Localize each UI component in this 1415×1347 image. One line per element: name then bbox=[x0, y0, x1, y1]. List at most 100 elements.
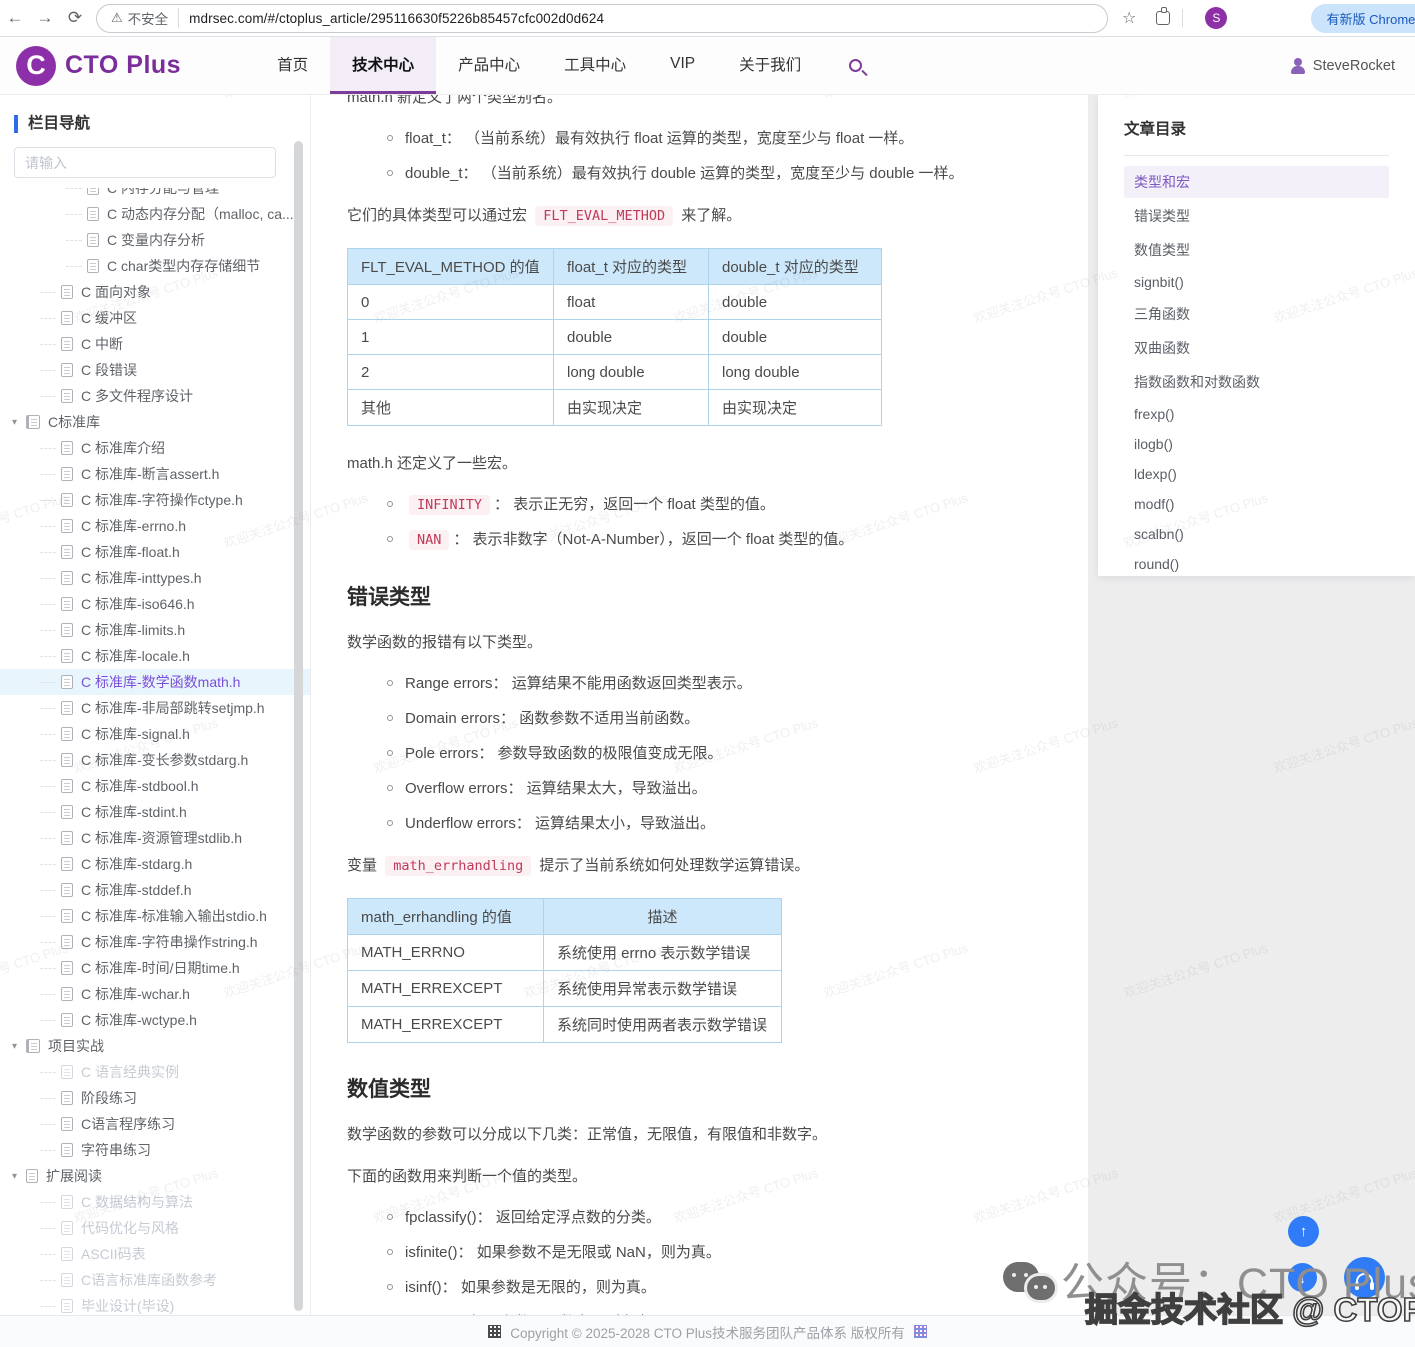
sidebar-tree-item[interactable]: ▾ 阶段练习 bbox=[0, 1085, 310, 1111]
nav-item-label: VIP bbox=[670, 55, 695, 73]
toc-item[interactable]: 指数函数和对数函数 bbox=[1124, 366, 1389, 398]
sidebar-tree-item[interactable]: ▾ 扩展阅读 bbox=[0, 1163, 310, 1189]
toc-item[interactable]: 类型和宏 bbox=[1124, 166, 1389, 198]
sidebar-tree-item[interactable]: ▾ C 标准库-stddef.h bbox=[0, 877, 310, 903]
nav-search[interactable] bbox=[849, 37, 862, 94]
caret-down-icon[interactable]: ▾ bbox=[12, 417, 26, 428]
tree-connector bbox=[40, 682, 56, 683]
forward-icon[interactable]: → bbox=[30, 8, 60, 28]
sidebar-tree-item[interactable]: ▾ C语言标准库函数参考 bbox=[0, 1267, 310, 1293]
toc-item-label: scalbn() bbox=[1134, 526, 1184, 542]
sidebar-tree-item[interactable]: ▾ C 标准库-stdbool.h bbox=[0, 773, 310, 799]
toc-item[interactable]: ilogb() bbox=[1124, 430, 1389, 458]
page-body: 栏目导航 ▾ C 内存分配与管理 ▾ C 动态内存分配（malloc, ca..… bbox=[0, 95, 1415, 1315]
toc-item[interactable]: 数值类型 bbox=[1124, 234, 1389, 266]
sidebar-tree-item[interactable]: ▾ C 标准库-locale.h bbox=[0, 643, 310, 669]
nav-item[interactable]: VIP bbox=[648, 37, 717, 94]
tree-item-label: C 内存分配与管理 bbox=[107, 188, 219, 198]
toc-item[interactable]: scalbn() bbox=[1124, 520, 1389, 548]
extensions-icon[interactable] bbox=[1156, 11, 1170, 25]
scroll-to-bottom-button[interactable]: ↓ bbox=[1288, 1263, 1317, 1292]
toc-item[interactable]: ldexp() bbox=[1124, 460, 1389, 488]
caret-down-icon[interactable]: ▾ bbox=[12, 1041, 26, 1052]
sidebar-tree-item[interactable]: ▾ C 段错误 bbox=[0, 357, 310, 383]
sidebar-tree-item[interactable]: ▾ C 标准库-标准输入输出stdio.h bbox=[0, 903, 310, 929]
nav-item[interactable]: 关于我们 bbox=[717, 37, 823, 94]
sidebar-tree-item[interactable]: ▾ C 标准库-signal.h bbox=[0, 721, 310, 747]
sidebar-tree-item[interactable]: ▾ C 标准库-变长参数stdarg.h bbox=[0, 747, 310, 773]
sidebar-tree-item[interactable]: ▾ C 标准库-资源管理stdlib.h bbox=[0, 825, 310, 851]
sidebar-tree-item[interactable]: ▾ C 变量内存分析 bbox=[0, 227, 310, 253]
sidebar-tree-item[interactable]: ▾ C 标准库-stdarg.h bbox=[0, 851, 310, 877]
sidebar-tree-item[interactable]: ▾ C 标准库-limits.h bbox=[0, 617, 310, 643]
caret-down-icon[interactable]: ▾ bbox=[12, 1171, 26, 1182]
sidebar-tree-item[interactable]: ▾ C 标准库-wchar.h bbox=[0, 981, 310, 1007]
sidebar-tree-item[interactable]: ▾ C标准库 bbox=[0, 409, 310, 435]
nav-item[interactable]: 工具中心 bbox=[542, 37, 648, 94]
table-header-cell: 描述 bbox=[544, 899, 782, 935]
sidebar-tree-item[interactable]: ▾ C 标准库-字符操作ctype.h bbox=[0, 487, 310, 513]
nav-item[interactable]: 技术中心 bbox=[330, 37, 436, 94]
toc-item[interactable]: 双曲函数 bbox=[1124, 332, 1389, 364]
sidebar-tree-item[interactable]: ▾ 代码优化与风格 bbox=[0, 1215, 310, 1241]
sidebar-tree-item[interactable]: ▾ C 标准库-数学函数math.h bbox=[0, 669, 310, 695]
toc-item[interactable]: 错误类型 bbox=[1124, 200, 1389, 232]
url-text[interactable]: mdrsec.com/#/ctoplus_article/295116630f5… bbox=[189, 11, 604, 26]
sidebar-tree-item[interactable]: ▾ C 标准库-时间/日期time.h bbox=[0, 955, 310, 981]
sidebar-search-input[interactable] bbox=[14, 147, 276, 178]
bookmark-star-icon[interactable]: ☆ bbox=[1122, 8, 1136, 28]
sidebar-tree-item[interactable]: ▾ C 语言经典实例 bbox=[0, 1059, 310, 1085]
sidebar-tree-item[interactable]: ▾ C 中断 bbox=[0, 331, 310, 357]
table-cell: 系统同时使用两者表示数学错误 bbox=[544, 1007, 782, 1043]
toc-item[interactable]: 三角函数 bbox=[1124, 298, 1389, 330]
sidebar-tree-item[interactable]: ▾ C语言程序练习 bbox=[0, 1111, 310, 1137]
sidebar-tree-item[interactable]: ▾ 项目实战 bbox=[0, 1033, 310, 1059]
sidebar-tree-item[interactable]: ▾ C 标准库-stdint.h bbox=[0, 799, 310, 825]
customer-service-button[interactable] bbox=[1344, 1257, 1385, 1298]
toc-item[interactable]: modf() bbox=[1124, 490, 1389, 518]
copyright-text: Copyright © 2025-2028 CTO Plus技术服务团队产品体系… bbox=[510, 1322, 905, 1342]
sidebar-tree-item[interactable]: ▾ C 标准库-字符串操作string.h bbox=[0, 929, 310, 955]
chrome-update-button[interactable]: 有新版 Chrome 可用 bbox=[1311, 4, 1415, 33]
sidebar-tree-item[interactable]: ▾ C 标准库-errno.h bbox=[0, 513, 310, 539]
sidebar-title: 栏目导航 bbox=[14, 115, 310, 133]
sidebar-tree-item[interactable]: ▾ C 标准库-inttypes.h bbox=[0, 565, 310, 591]
sidebar-tree-item[interactable]: ▾ C 内存分配与管理 bbox=[0, 188, 310, 201]
tree-item-label: C 标准库-inttypes.h bbox=[81, 568, 202, 588]
nav-item[interactable]: 首页 bbox=[255, 37, 330, 94]
site-logo[interactable]: C CTO Plus bbox=[16, 37, 181, 94]
toc-item[interactable]: frexp() bbox=[1124, 400, 1389, 428]
sidebar-tree-item[interactable]: ▾ C 标准库-iso646.h bbox=[0, 591, 310, 617]
sidebar-tree-item[interactable]: ▾ C 标准库-wctype.h bbox=[0, 1007, 310, 1033]
address-bar[interactable]: ⚠ 不安全 mdrsec.com/#/ctoplus_article/29511… bbox=[96, 4, 1108, 33]
reload-icon[interactable]: ⟳ bbox=[60, 8, 90, 28]
sidebar-tree-item[interactable]: ▾ C 缓冲区 bbox=[0, 305, 310, 331]
document-icon bbox=[61, 935, 73, 949]
back-icon[interactable]: ← bbox=[0, 8, 30, 28]
sidebar-tree-item[interactable]: ▾ C 多文件程序设计 bbox=[0, 383, 310, 409]
sidebar-scrollbar[interactable] bbox=[294, 141, 303, 1311]
sidebar-tree-item[interactable]: ▾ 毕业设计(毕设) bbox=[0, 1293, 310, 1315]
sidebar-tree-item[interactable]: ▾ ASCII码表 bbox=[0, 1241, 310, 1267]
logo-icon: C bbox=[16, 46, 56, 86]
sidebar-tree-item[interactable]: ▾ C char类型内存存储细节 bbox=[0, 253, 310, 279]
sidebar-tree-item[interactable]: ▾ C 数据结构与算法 bbox=[0, 1189, 310, 1215]
sidebar-tree-item[interactable]: ▾ C 标准库介绍 bbox=[0, 435, 310, 461]
toc-item[interactable]: signbit() bbox=[1124, 268, 1389, 296]
sidebar-tree-item[interactable]: ▾ C 标准库-断言assert.h bbox=[0, 461, 310, 487]
tree-connector bbox=[40, 1072, 56, 1073]
sidebar-tree-item[interactable]: ▾ C 动态内存分配（malloc, ca... bbox=[0, 201, 310, 227]
document-icon bbox=[61, 1195, 73, 1209]
sidebar-tree-item[interactable]: ▾ C 标准库-非局部跳转setjmp.h bbox=[0, 695, 310, 721]
browser-profile-avatar[interactable]: S bbox=[1205, 7, 1227, 29]
toc-item[interactable]: round() bbox=[1124, 550, 1389, 578]
user-menu[interactable]: SteveRocket bbox=[1290, 37, 1395, 94]
sidebar-tree-item[interactable]: ▾ 字符串练习 bbox=[0, 1137, 310, 1163]
scroll-to-top-button[interactable]: ↑ bbox=[1288, 1216, 1319, 1247]
document-icon bbox=[61, 753, 73, 767]
nav-item[interactable]: 产品中心 bbox=[436, 37, 542, 94]
sidebar-tree-item[interactable]: ▾ C 标准库-float.h bbox=[0, 539, 310, 565]
list-item-text: double_t： （当前系统）最有效执行 double 运算的类型，宽度至少与… bbox=[405, 163, 963, 185]
sidebar-tree-item[interactable]: ▾ C 面向对象 bbox=[0, 279, 310, 305]
security-chip[interactable]: ⚠ 不安全 bbox=[111, 8, 179, 28]
